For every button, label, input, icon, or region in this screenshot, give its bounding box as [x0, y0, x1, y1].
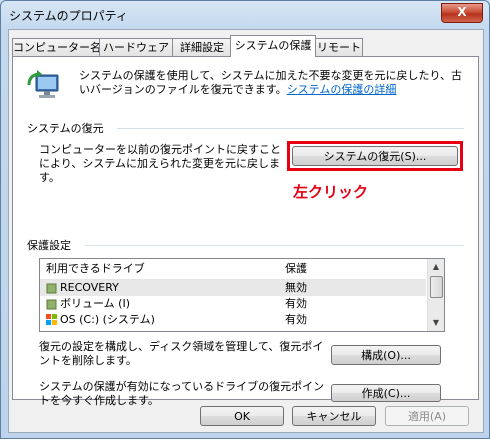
configure-button[interactable]: 構成(O)...: [331, 345, 441, 365]
ok-button[interactable]: OK: [200, 406, 284, 426]
drive-name: ボリューム (I): [60, 297, 130, 310]
create-button[interactable]: 作成(C)...: [331, 384, 441, 402]
drive-icon: [46, 283, 57, 294]
click-highlight-box: [287, 141, 463, 171]
close-button[interactable]: X: [441, 3, 483, 23]
system-protection-icon: [27, 70, 59, 98]
drive-status: 有効: [285, 313, 307, 326]
system-restore-description: コンピューターを以前の復元ポイントに戻すことにより、システムに加えられた変更を元…: [39, 143, 281, 184]
protection-settings-group-title: 保護設定: [27, 239, 71, 252]
column-header-protection[interactable]: 保護: [285, 259, 307, 279]
title-bar[interactable]: システムのプロパティ X: [1, 1, 489, 29]
tab-advanced[interactable]: 詳細設定: [172, 38, 232, 56]
drive-row[interactable]: RECOVERY 無効: [40, 280, 426, 296]
drive-list[interactable]: 利用できるドライブ 保護 RECOVERY 無効 ボリューム (I) 有効 OS…: [39, 258, 445, 332]
create-description: システムの保護が有効になっているドライブの復元ポイントを今すぐ作成します。: [39, 380, 325, 407]
system-protection-panel: システムの保護を使用して、システムに加えた不要な変更を元に戻したり、古いバージョ…: [12, 56, 479, 407]
scroll-thumb[interactable]: [430, 276, 443, 298]
drive-icon: [46, 299, 57, 310]
drive-name: RECOVERY: [60, 281, 119, 294]
configure-description: 復元の設定を構成し、ディスク領域を管理して、復元ポイントを削除します。: [39, 340, 324, 367]
system-properties-window: システムのプロパティ X コンピューター名 ハードウェア 詳細設定 システムの保…: [0, 0, 490, 439]
dialog-client-area: コンピューター名 ハードウェア 詳細設定 システムの保護 リモート システムの保…: [8, 29, 484, 433]
drive-list-scrollbar[interactable]: ▲ ▼: [427, 259, 444, 331]
left-click-annotation: 左クリック: [293, 183, 369, 201]
system-restore-divider: [117, 128, 464, 129]
tab-system-protection[interactable]: システムの保護: [230, 35, 316, 57]
drive-row[interactable]: ボリューム (I) 有効: [40, 296, 426, 312]
tab-hardware[interactable]: ハードウェア: [99, 38, 173, 56]
drive-name: OS (C:) (システム): [60, 313, 155, 326]
system-protection-help-link[interactable]: システムの保護の詳細: [287, 83, 397, 96]
drive-status: 有効: [285, 297, 307, 310]
cancel-button[interactable]: キャンセル: [292, 406, 376, 426]
window-title: システムのプロパティ: [9, 9, 128, 23]
drive-status: 無効: [285, 281, 307, 294]
tab-computer-name[interactable]: コンピューター名: [12, 38, 101, 56]
protection-settings-divider: [85, 245, 464, 246]
intro-text: システムの保護を使用して、システムに加えた不要な変更を元に戻したり、古いバージョ…: [79, 69, 463, 96]
scroll-down-icon[interactable]: ▼: [428, 315, 444, 331]
tab-remote[interactable]: リモート: [315, 38, 363, 56]
drive-row[interactable]: OS (C:) (システム) 有効: [40, 312, 426, 328]
scroll-up-icon[interactable]: ▲: [428, 259, 444, 275]
intro-text-block: システムの保護を使用して、システムに加えた不要な変更を元に戻したり、古いバージョ…: [79, 69, 469, 97]
apply-button[interactable]: 適用(A): [385, 406, 469, 426]
column-header-drive[interactable]: 利用できるドライブ: [46, 259, 145, 279]
system-drive-icon: [46, 314, 57, 325]
system-restore-group-title: システムの復元: [27, 122, 104, 135]
